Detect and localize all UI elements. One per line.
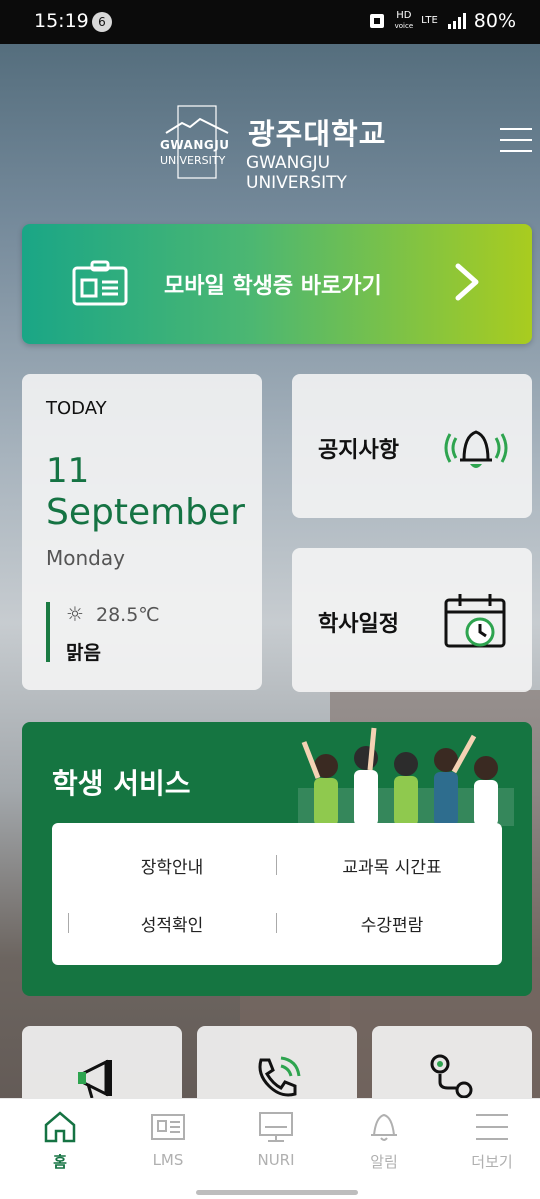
notification-count-badge: 6 xyxy=(92,12,112,32)
divider xyxy=(276,855,277,875)
academic-schedule-card[interactable]: 학사일정 xyxy=(292,548,532,692)
student-services-panel: 학생 서비스 장학안내 교과목 시간표 성적확인 수강편람 xyxy=(22,722,532,996)
bottom-navigation: 홈 LMS NURI 알림 더보기 xyxy=(0,1098,540,1199)
sun-icon: ☼ xyxy=(66,602,84,626)
vpn-icon xyxy=(369,14,384,28)
logo-title-english: GWANGJU UNIVERSITY xyxy=(246,153,347,193)
nav-label: NURI xyxy=(257,1151,295,1169)
status-indicators: HD voice LTE 80% xyxy=(369,10,516,32)
banner-label: 모바일 학생증 바로가기 xyxy=(164,274,382,299)
volte-indicator: voice xyxy=(394,22,414,30)
student-services-title: 학생 서비스 xyxy=(52,767,191,800)
home-icon xyxy=(44,1111,76,1143)
logo-en-top: GWANGJU xyxy=(160,138,230,152)
menu-icon xyxy=(476,1114,508,1140)
nav-label: 더보기 xyxy=(471,1153,513,1171)
lte-indicator: LTE xyxy=(421,15,438,26)
weather-condition: 맑음 xyxy=(66,642,101,664)
bell-ringing-icon xyxy=(444,430,508,468)
student-services-menu: 장학안내 교과목 시간표 성적확인 수강편람 xyxy=(52,823,502,965)
course-catalog-link[interactable]: 수강편람 xyxy=(302,911,482,936)
today-day: 11 xyxy=(46,451,90,491)
grade-check-link[interactable]: 성적확인 xyxy=(82,911,262,936)
bell-icon xyxy=(371,1113,397,1141)
signal-icon xyxy=(447,13,466,29)
notice-title: 공지사항 xyxy=(318,438,399,463)
weather-temperature: 28.5℃ xyxy=(96,604,160,626)
route-icon xyxy=(430,1054,473,1099)
nav-nuri[interactable]: NURI xyxy=(222,1109,330,1179)
hd-indicator: HD xyxy=(396,10,412,21)
nuri-icon xyxy=(259,1112,293,1142)
nav-label: 알림 xyxy=(370,1153,398,1171)
status-bar: 15:19 6 HD voice LTE 80% xyxy=(0,0,540,44)
students-illustration xyxy=(298,727,514,826)
scholarship-info-link[interactable]: 장학안내 xyxy=(82,853,262,878)
university-logo[interactable]: GWANGJU UNIVERSITY 광주대학교 GWANGJU UNIVERS… xyxy=(160,105,396,193)
logo-en-bottom: UNIVERSITY xyxy=(160,154,226,167)
nav-label: 홈 xyxy=(53,1153,67,1171)
chevron-right-icon xyxy=(455,263,479,301)
divider xyxy=(68,913,69,933)
course-timetable-link[interactable]: 교과목 시간표 xyxy=(302,853,482,878)
logo-emblem: GWANGJU UNIVERSITY xyxy=(160,105,234,179)
mobile-student-id-banner[interactable]: 모바일 학생증 바로가기 xyxy=(22,224,532,344)
gesture-home-bar[interactable] xyxy=(196,1190,358,1195)
today-month: September xyxy=(46,492,245,533)
nav-more[interactable]: 더보기 xyxy=(438,1109,540,1179)
logo-title-korean: 광주대학교 xyxy=(248,117,387,151)
id-card-icon xyxy=(72,260,128,306)
divider xyxy=(276,913,277,933)
calendar-clock-icon xyxy=(444,594,506,648)
today-weekday: Monday xyxy=(46,546,125,570)
today-card: TODAY 11 September Monday ☼ 28.5℃ 맑음 xyxy=(22,374,262,690)
lms-icon xyxy=(151,1114,185,1140)
nav-lms[interactable]: LMS xyxy=(114,1109,222,1179)
notice-card[interactable]: 공지사항 xyxy=(292,374,532,518)
nav-label: LMS xyxy=(152,1151,184,1169)
nav-home[interactable]: 홈 xyxy=(6,1109,114,1179)
schedule-title: 학사일정 xyxy=(318,612,399,637)
phone-icon xyxy=(258,1056,301,1097)
nav-alerts[interactable]: 알림 xyxy=(330,1109,438,1179)
status-time: 15:19 xyxy=(34,10,89,32)
today-label: TODAY xyxy=(46,398,107,419)
hamburger-menu-icon[interactable] xyxy=(500,128,532,154)
battery-level: 80% xyxy=(473,10,516,32)
megaphone-icon xyxy=(78,1059,112,1099)
weather-accent-bar xyxy=(46,602,50,662)
